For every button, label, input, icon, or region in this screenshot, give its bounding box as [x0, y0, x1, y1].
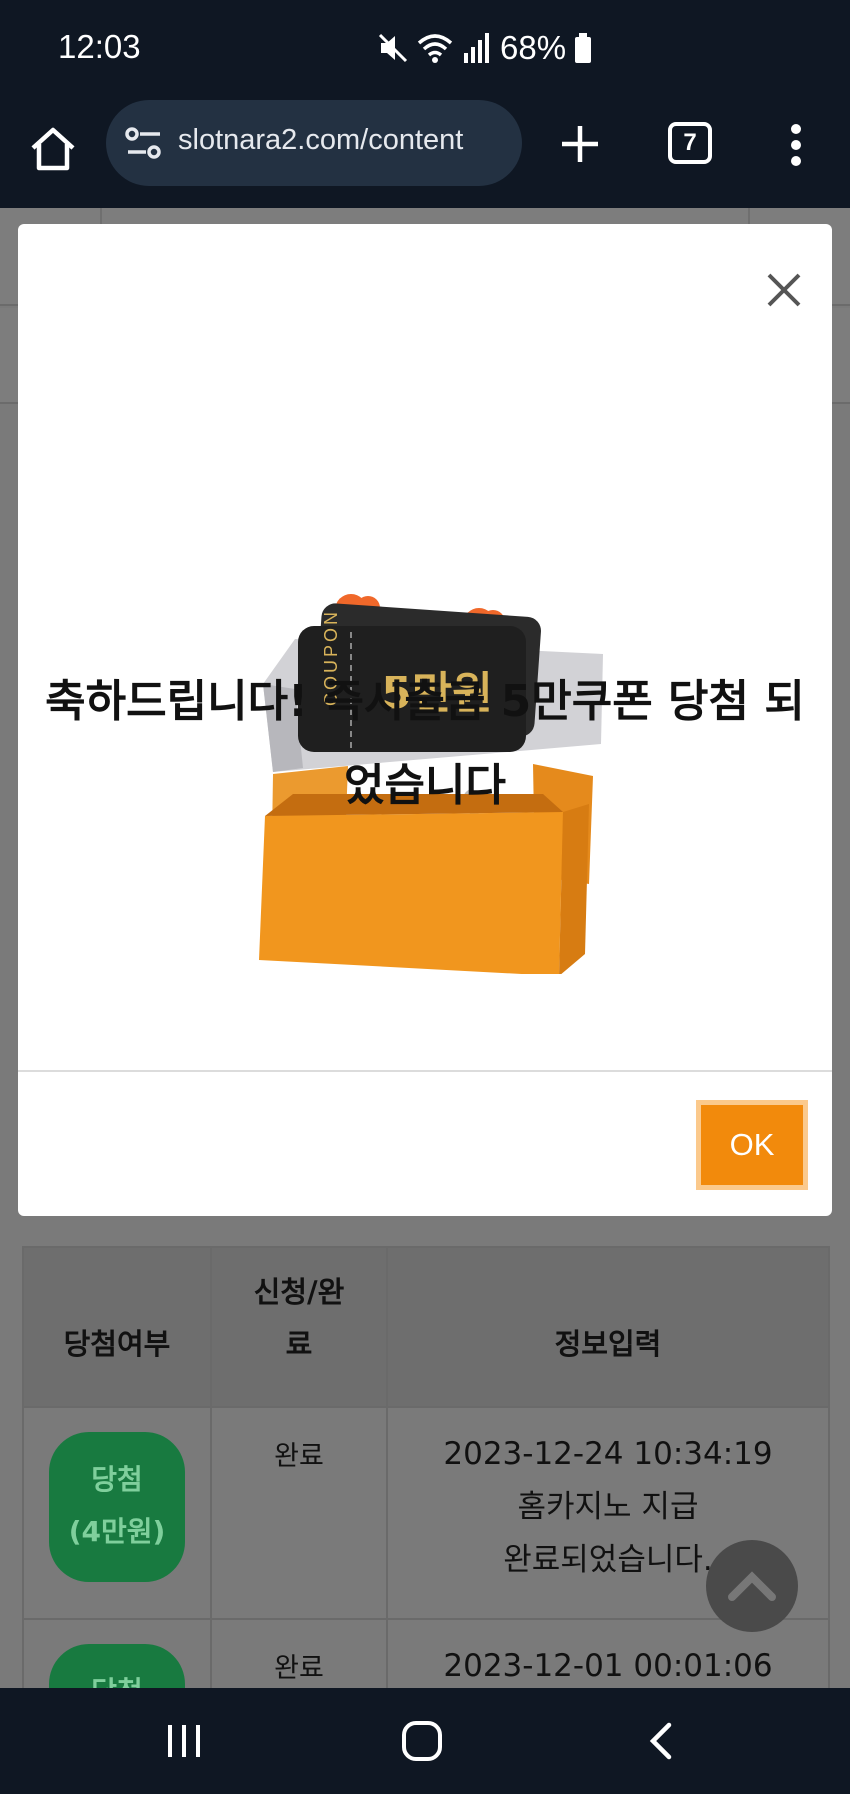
system-nav-bar — [0, 1688, 850, 1794]
back-icon — [649, 1722, 672, 1760]
back-button[interactable] — [630, 1716, 690, 1766]
table-header-row: 당첨여부 신청/완 료 정보입력 — [22, 1246, 830, 1408]
plus-icon — [562, 126, 598, 162]
status-icons: 68% — [378, 28, 592, 68]
status-cell: 완료 — [210, 1618, 388, 1688]
info-datetime: 2023-12-24 10:34:19 — [443, 1436, 773, 1472]
status-bar: 12:03 68% — [0, 0, 850, 98]
nav-home-button[interactable] — [392, 1716, 452, 1766]
battery-percent: 68% — [500, 29, 567, 66]
new-tab-button[interactable] — [556, 120, 604, 168]
status-cell: 완료 — [210, 1406, 388, 1620]
browser-menu-button[interactable] — [780, 120, 812, 170]
chevron-up-icon — [728, 1571, 776, 1601]
close-icon — [767, 273, 801, 307]
table-row: 당첨 완료 2023-12-01 00:01:06 — [22, 1618, 830, 1688]
info-line: 홈카지노 지급 — [517, 1489, 699, 1525]
recent-apps-icon — [168, 1725, 200, 1757]
win-badge: 당첨 (4만원) — [49, 1432, 185, 1582]
site-settings-icon[interactable] — [124, 124, 164, 162]
wifi-icon — [417, 34, 453, 63]
home-icon — [31, 127, 75, 171]
result-cell: 당첨 (4만원) — [22, 1406, 212, 1620]
more-vert-icon — [791, 124, 801, 166]
status-time: 12:03 — [58, 28, 141, 65]
ok-button[interactable]: OK — [696, 1100, 808, 1190]
message-text: 축하드립니다! 즉시출금 5만쿠폰 당첨 되 었습니다 — [45, 676, 805, 811]
mute-icon — [378, 33, 408, 63]
nav-home-icon — [402, 1721, 442, 1761]
win-badge: 당첨 — [49, 1644, 185, 1688]
modal-message: 축하드립니다! 즉시출금 5만쿠폰 당첨 되 었습니다 — [18, 660, 832, 828]
header-result: 당첨여부 — [22, 1246, 212, 1408]
close-button[interactable] — [754, 260, 814, 320]
modal-divider — [18, 1070, 832, 1072]
url-bar[interactable]: slotnara2.com/content — [106, 100, 522, 186]
winnings-table: 당첨여부 신청/완 료 정보입력 당첨 (4만원) 완료 2023-12-24 10… — [22, 1246, 830, 1688]
recent-apps-button[interactable] — [154, 1716, 214, 1766]
tab-switcher-button[interactable]: 7 — [668, 122, 712, 164]
coupon-modal: COUPON 5만원 축하드립니다! 즉시출금 5만쿠폰 당첨 되 었습니다 OK — [18, 224, 832, 1216]
url-text[interactable]: slotnara2.com/content — [178, 124, 510, 164]
battery-icon — [575, 33, 592, 63]
result-cell: 당첨 — [22, 1618, 212, 1688]
home-button[interactable] — [24, 120, 82, 178]
scroll-to-top-button[interactable] — [706, 1540, 798, 1632]
browser-toolbar: slotnara2.com/content 7 — [0, 98, 850, 208]
header-info: 정보입력 — [386, 1246, 830, 1408]
info-datetime: 2023-12-01 00:01:06 — [443, 1648, 773, 1684]
signal-icon — [464, 33, 489, 63]
header-status: 신청/완 료 — [210, 1246, 388, 1408]
